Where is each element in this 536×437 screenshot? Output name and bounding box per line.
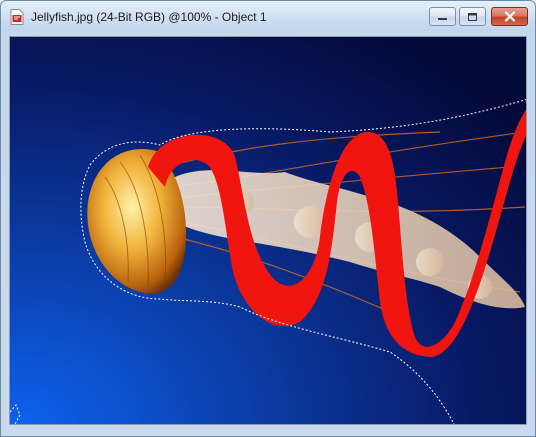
close-icon xyxy=(504,11,515,22)
document-icon xyxy=(10,9,24,25)
jellyfish-image xyxy=(10,37,526,424)
image-canvas[interactable] xyxy=(9,36,527,425)
title-bar[interactable]: Jellyfish.jpg (24-Bit RGB) @100% - Objec… xyxy=(1,1,535,31)
close-button[interactable] xyxy=(491,7,528,26)
minimize-button[interactable] xyxy=(429,7,456,26)
maximize-button[interactable] xyxy=(459,7,486,26)
maximize-icon xyxy=(468,12,477,21)
document-window: Jellyfish.jpg (24-Bit RGB) @100% - Objec… xyxy=(0,0,536,437)
window-title: Jellyfish.jpg (24-Bit RGB) @100% - Objec… xyxy=(31,10,267,24)
minimize-icon xyxy=(438,18,447,20)
